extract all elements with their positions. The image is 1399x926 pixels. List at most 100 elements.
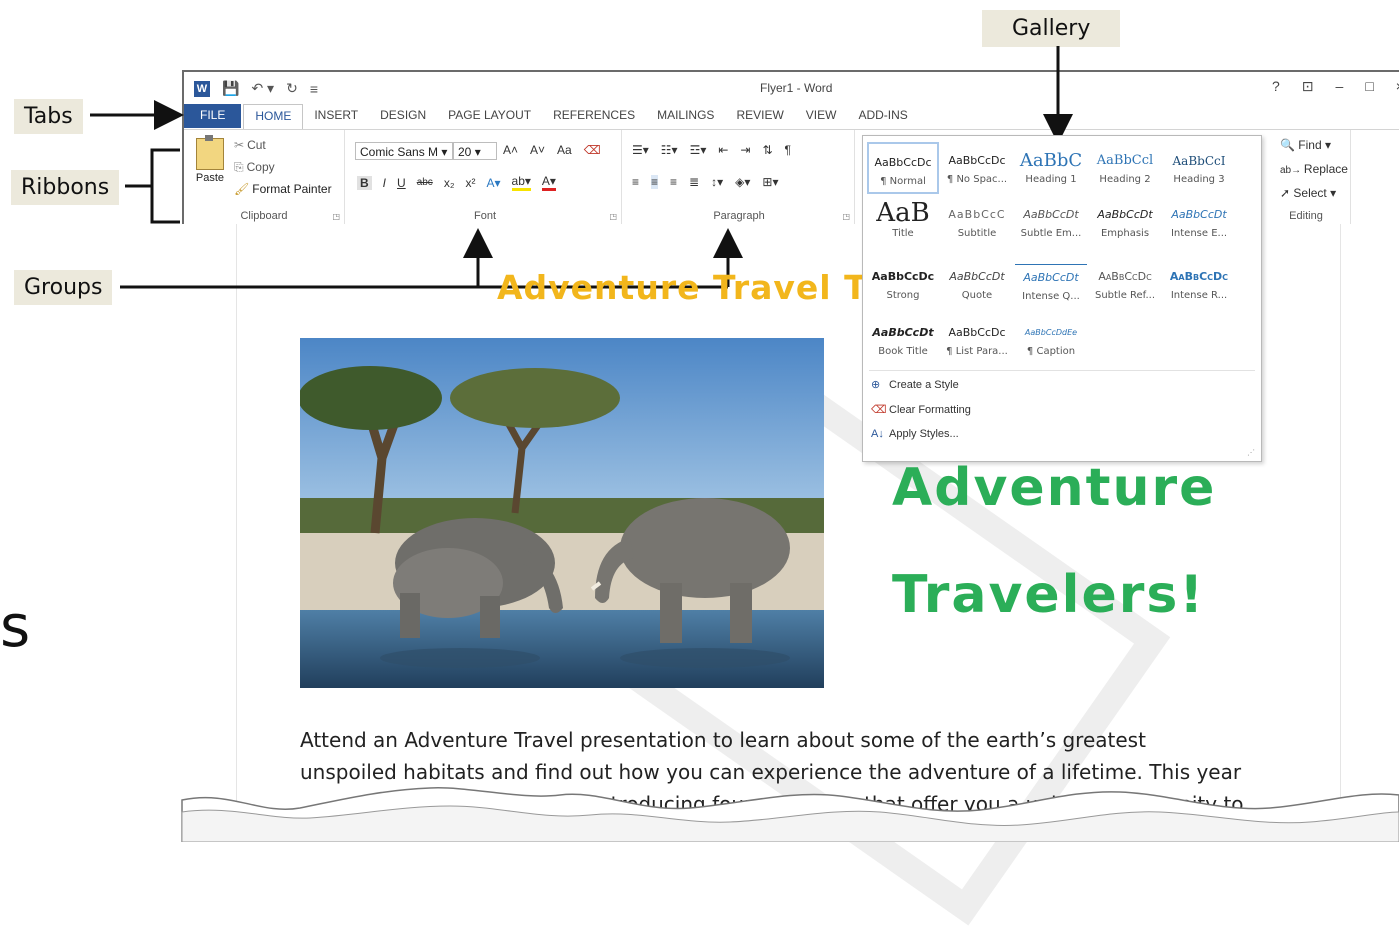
style-heading-2[interactable]: AaBbCcl Heading 2 xyxy=(1089,142,1161,194)
justify-icon[interactable]: ≣ xyxy=(689,175,699,189)
paragraph-group: ☰▾ ☷▾ ☲▾ ⇤ ⇥ ⇅ ¶ ≡ ≡ ≡ ≣ ↕▾ ◈▾ ⊞▾ Paragr… xyxy=(624,130,855,226)
find-button[interactable]: 🔍 Find ▾ xyxy=(1280,138,1331,152)
clear-formatting-command[interactable]: ⌫ Clear Formatting xyxy=(871,403,971,416)
style-intense-reference[interactable]: AaBbCcDc Intense R... xyxy=(1163,258,1235,310)
style-list-paragraph[interactable]: AaBbCcDc ¶ List Para... xyxy=(941,314,1013,366)
style-name: Intense R... xyxy=(1170,290,1228,301)
apply-styles-label: Apply Styles... xyxy=(889,428,959,440)
style-emphasis[interactable]: AaBbCcDt Emphasis xyxy=(1089,196,1161,248)
tab-home[interactable]: HOME xyxy=(243,104,304,129)
tab-design[interactable]: DESIGN xyxy=(369,104,437,128)
format-painter-button[interactable]: 🖌 Format Painter xyxy=(234,182,332,196)
show-marks-icon[interactable]: ¶ xyxy=(785,143,791,157)
style-intense-emphasis[interactable]: AaBbCcDt Intense E... xyxy=(1163,196,1235,248)
tab-references[interactable]: REFERENCES xyxy=(542,104,646,128)
cut-button[interactable]: ✂ Cut xyxy=(234,138,266,152)
tab-insert[interactable]: INSERT xyxy=(303,104,369,128)
style-normal[interactable]: AaBbCcDc ¶ Normal xyxy=(867,142,939,194)
italic-button[interactable]: I xyxy=(383,176,386,190)
save-icon[interactable]: 💾 xyxy=(222,80,239,97)
style-strong[interactable]: AaBbCcDc Strong xyxy=(867,258,939,310)
decrease-indent-icon[interactable]: ⇤ xyxy=(718,143,728,157)
minimize-button[interactable]: – xyxy=(1336,78,1344,95)
customize-qat-icon[interactable]: ≡ xyxy=(310,81,318,97)
paragraph-launcher-icon[interactable]: ◳ xyxy=(842,212,850,221)
select-button[interactable]: ➚ Select ▾ xyxy=(1280,186,1336,200)
style-sample: AaBbCcI xyxy=(1172,154,1226,168)
style-sample: AaBbCcDt xyxy=(872,326,934,339)
numbering-icon[interactable]: ☷▾ xyxy=(661,143,678,157)
tab-file[interactable]: FILE xyxy=(184,104,242,128)
font-name-value: Comic Sans M xyxy=(360,145,439,159)
style-subtle-emphasis[interactable]: AaBbCcDt Subtle Em... xyxy=(1015,196,1087,248)
style-sample: AaBbCcDc xyxy=(948,326,1006,339)
underline-button[interactable]: U xyxy=(397,176,406,190)
font-size-combo[interactable]: 20 ▾ xyxy=(453,142,497,160)
style-name: Quote xyxy=(961,290,993,301)
style-no-spacing[interactable]: AaBbCcDc ¶ No Spac... xyxy=(941,142,1013,194)
tab-mailings[interactable]: MAILINGS xyxy=(646,104,725,128)
font-group: Comic Sans M ▾ 20 ▾ A˄ A˅ Aa ⌫ B I U abc… xyxy=(349,130,622,226)
help-icon[interactable]: ? xyxy=(1272,78,1280,95)
style-title[interactable]: AaB Title xyxy=(867,196,939,248)
bold-button[interactable]: B xyxy=(357,175,372,190)
subscript-button[interactable]: x₂ xyxy=(444,176,455,190)
clear-formatting-icon[interactable]: ⌫ xyxy=(584,143,601,157)
bullets-icon[interactable]: ☰▾ xyxy=(632,143,649,157)
create-style-command[interactable]: ⊕ Create a Style xyxy=(871,378,959,391)
document-title: Flyer1 - Word xyxy=(760,81,833,95)
clipboard-icon xyxy=(196,135,224,170)
styles-gallery[interactable]: AaBbCcDc ¶ Normal AaBbCcDc ¶ No Spac... Aa… xyxy=(862,135,1262,462)
text-effects-icon[interactable]: A▾ xyxy=(486,176,500,190)
tab-page-layout[interactable]: PAGE LAYOUT xyxy=(437,104,542,128)
redo-icon[interactable]: ↻ xyxy=(286,80,298,97)
maximize-button[interactable]: □ xyxy=(1365,78,1373,95)
replace-button[interactable]: ab→ Replace xyxy=(1280,162,1348,176)
superscript-button[interactable]: x² xyxy=(465,176,475,190)
window-controls: ? ⊡ – □ × xyxy=(1272,78,1399,95)
align-left-icon[interactable]: ≡ xyxy=(632,175,639,189)
undo-icon[interactable]: ↶ ▾ xyxy=(251,80,274,97)
copy-button[interactable]: ⎘ Copy xyxy=(234,160,275,175)
quick-access-toolbar: W 💾 ↶ ▾ ↻ ≡ xyxy=(194,80,318,97)
align-right-icon[interactable]: ≡ xyxy=(670,175,677,189)
style-subtle-reference[interactable]: AaBbCcDc Subtle Ref... xyxy=(1089,258,1161,310)
borders-icon[interactable]: ⊞▾ xyxy=(762,175,778,189)
style-heading-1[interactable]: AaBbC Heading 1 xyxy=(1015,142,1087,194)
style-name: Intense Q... xyxy=(1022,291,1080,302)
tab-review[interactable]: REVIEW xyxy=(725,104,794,128)
grow-font-button[interactable]: A˄ xyxy=(503,143,518,157)
increase-indent-icon[interactable]: ⇥ xyxy=(740,143,750,157)
paste-button[interactable]: Paste xyxy=(192,135,228,184)
change-case-button[interactable]: Aa xyxy=(557,143,572,157)
tab-add-ins[interactable]: ADD-INS xyxy=(847,104,918,128)
clipboard-launcher-icon[interactable]: ◳ xyxy=(332,212,340,221)
green-title-line1[interactable]: Adventure xyxy=(892,458,1216,518)
tab-view[interactable]: VIEW xyxy=(795,104,848,128)
font-name-combo[interactable]: Comic Sans M ▾ xyxy=(355,142,453,160)
line-spacing-icon[interactable]: ↕▾ xyxy=(711,175,723,189)
highlight-icon[interactable]: ab▾ xyxy=(511,174,531,191)
elephants-photo[interactable] xyxy=(300,338,824,688)
resize-grip-icon[interactable]: ⋰ xyxy=(1247,448,1255,457)
font-launcher-icon[interactable]: ◳ xyxy=(609,212,617,221)
style-intense-quote[interactable]: AaBbCcDt Intense Q... xyxy=(1015,258,1087,310)
green-title-line2[interactable]: Travelers! xyxy=(892,565,1205,625)
align-center-icon[interactable]: ≡ xyxy=(651,175,659,189)
font-color-icon[interactable]: A▾ xyxy=(541,174,556,191)
sort-icon[interactable]: ⇅ xyxy=(762,143,772,157)
document-body-text[interactable]: Attend an Adventure Travel presentation … xyxy=(300,724,1280,820)
style-subtitle[interactable]: AaBbCcC Subtitle xyxy=(941,196,1013,248)
shrink-font-button[interactable]: A˅ xyxy=(530,143,545,157)
style-heading-3[interactable]: AaBbCcI Heading 3 xyxy=(1163,142,1235,194)
multilevel-list-icon[interactable]: ☲▾ xyxy=(690,143,707,157)
style-caption[interactable]: AaBbCcDdEe ¶ Caption xyxy=(1015,314,1087,366)
strikethrough-button[interactable]: abc xyxy=(417,177,433,188)
style-book-title[interactable]: AaBbCcDt Book Title xyxy=(867,314,939,366)
style-quote[interactable]: AaBbCcDt Quote xyxy=(941,258,1013,310)
document-heading[interactable]: Adventure Travel To xyxy=(497,268,887,307)
shading-icon[interactable]: ◈▾ xyxy=(735,175,750,189)
brush-icon: 🖌 xyxy=(234,182,250,196)
apply-styles-command[interactable]: A↓ Apply Styles... xyxy=(871,428,959,440)
ribbon-display-options-icon[interactable]: ⊡ xyxy=(1302,78,1314,95)
